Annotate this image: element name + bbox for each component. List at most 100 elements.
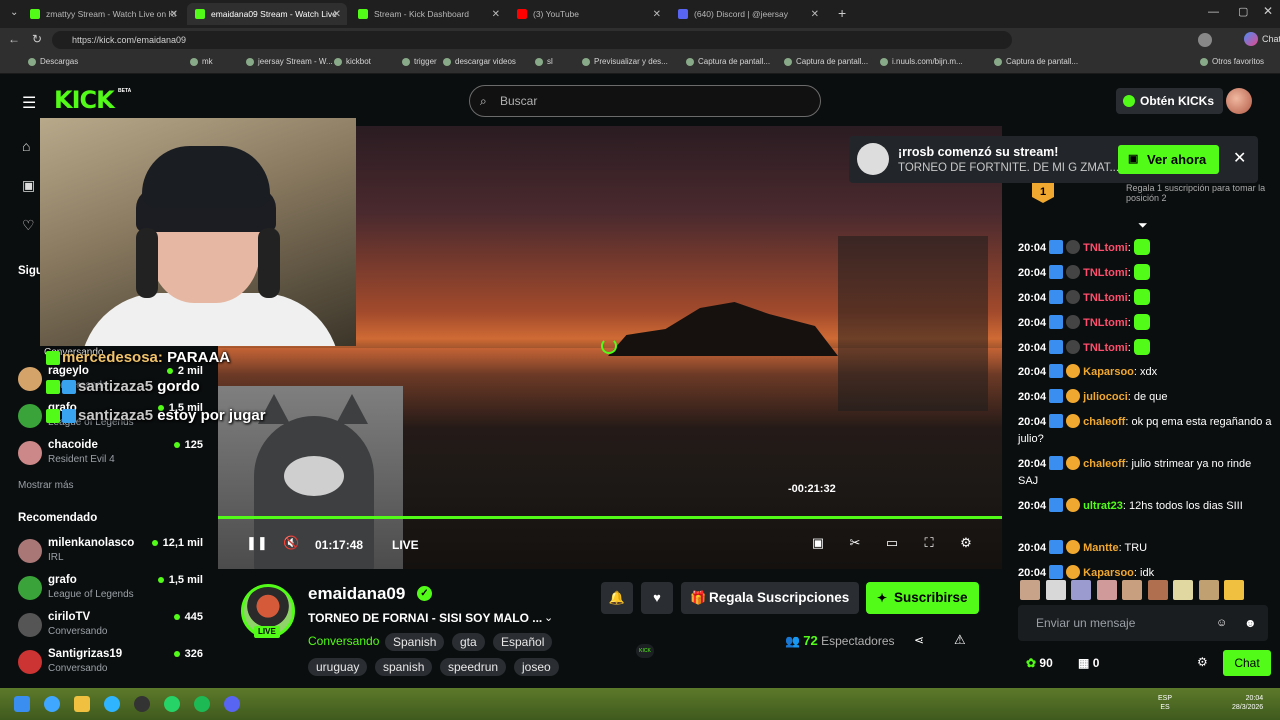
chat-username[interactable]: chaleoff bbox=[1083, 416, 1125, 428]
minimize-icon[interactable]: — bbox=[1208, 6, 1219, 18]
bookmark-item[interactable]: trigger bbox=[402, 57, 437, 66]
gift-subs-button[interactable]: 🎁 Regala Suscripciones bbox=[681, 582, 859, 614]
bookmark-item[interactable]: descargar videos bbox=[443, 57, 516, 66]
home-icon[interactable]: ⌂ bbox=[22, 138, 38, 154]
close-notification-icon[interactable]: ✕ bbox=[1233, 148, 1246, 168]
chat-message-input[interactable]: Enviar un mensaje bbox=[1018, 605, 1268, 641]
back-icon[interactable]: ← bbox=[8, 32, 20, 46]
url-field[interactable]: https://kick.com/emaidana09 bbox=[52, 31, 1012, 49]
whatsapp-icon[interactable] bbox=[164, 696, 180, 712]
chat-username[interactable]: Mantte bbox=[1083, 542, 1118, 554]
bookmark-item[interactable]: kickbot bbox=[334, 57, 371, 66]
share-icon[interactable]: ⋖ bbox=[914, 633, 924, 647]
fullscreen-icon[interactable]: ⛶ bbox=[922, 536, 936, 550]
chat-label[interactable]: Chat bbox=[1262, 34, 1280, 44]
stream-tag[interactable]: Español bbox=[493, 633, 553, 651]
bookmark-item[interactable]: Descargas bbox=[28, 57, 78, 66]
close-window-icon[interactable]: ✕ bbox=[1263, 4, 1273, 18]
report-icon[interactable]: ⚠ bbox=[954, 632, 966, 648]
chat-username[interactable]: Kaparsoo bbox=[1083, 366, 1134, 378]
reload-icon[interactable]: ↻ bbox=[32, 32, 42, 46]
following-icon[interactable]: ♡ bbox=[22, 217, 38, 233]
chat-message[interactable]: 20:04 TNLtomi: bbox=[1018, 264, 1273, 282]
discord-icon[interactable] bbox=[224, 696, 240, 712]
stream-tag[interactable]: Spanish bbox=[385, 633, 445, 651]
chat-message[interactable]: 20:04 chaleoff: ok pq ema esta regañando … bbox=[1018, 414, 1273, 448]
browser-tab[interactable]: zmattyy Stream - Watch Live on Ki ✕ bbox=[22, 3, 184, 25]
chat-username[interactable]: TNLtomi bbox=[1083, 267, 1128, 279]
tab-menu-icon[interactable]: ⌄ bbox=[10, 7, 18, 18]
get-kicks-button[interactable]: Obtén KICKs bbox=[1116, 88, 1224, 114]
stream-tag[interactable]: gta bbox=[452, 633, 485, 651]
subscribe-button[interactable]: ✦ Suscribirse bbox=[866, 582, 979, 614]
close-tab-icon[interactable]: ✕ bbox=[492, 9, 500, 20]
bookmark-item[interactable]: Captura de pantall... bbox=[994, 57, 1078, 66]
follow-heart-button[interactable]: ♥ bbox=[641, 582, 673, 614]
chat-username[interactable]: Kaparsoo bbox=[1083, 567, 1134, 579]
pip-icon[interactable]: ▣ bbox=[811, 536, 825, 550]
bookmark-item[interactable]: Otros favoritos bbox=[1200, 57, 1264, 66]
bookmark-item[interactable]: mk bbox=[190, 57, 213, 66]
chat-username[interactable]: chaleoff bbox=[1083, 458, 1125, 470]
quick-emote-icon[interactable] bbox=[1198, 580, 1219, 600]
explorer-icon[interactable] bbox=[74, 696, 90, 712]
chat-username[interactable]: ultrat23 bbox=[1083, 500, 1123, 512]
search-input[interactable]: Buscar bbox=[469, 85, 821, 117]
chat-username[interactable]: TNLtomi bbox=[1083, 242, 1128, 254]
new-tab-icon[interactable]: + bbox=[838, 5, 846, 21]
stream-tag[interactable]: joseo bbox=[514, 658, 559, 676]
edge-icon[interactable] bbox=[44, 696, 60, 712]
watch-now-button[interactable]: ▣ Ver ahora bbox=[1118, 145, 1219, 174]
spotify-icon[interactable] bbox=[194, 696, 210, 712]
show-more-link[interactable]: Mostrar más bbox=[18, 480, 74, 491]
obs-icon[interactable] bbox=[134, 696, 150, 712]
seek-bar[interactable] bbox=[218, 516, 1002, 519]
theater-mode-icon[interactable]: ▭ bbox=[885, 536, 899, 550]
chat-filter-icon[interactable]: ⏷ bbox=[1138, 218, 1148, 233]
settings-icon[interactable]: ⚙ bbox=[959, 536, 973, 550]
clock[interactable]: 20:04 28/3/2026 bbox=[1232, 694, 1263, 712]
sidebar-channel[interactable]: Santigrizas19 Conversando 326 bbox=[18, 648, 208, 678]
stream-tag[interactable]: spanish bbox=[375, 658, 433, 676]
chat-message[interactable]: 20:04 ultrat23: 12hs todos los dias SIII bbox=[1018, 498, 1273, 515]
chat-settings-icon[interactable]: ⚙ bbox=[1197, 655, 1208, 669]
browser-tab[interactable]: Stream - Kick Dashboard ✕ bbox=[350, 3, 506, 25]
bookmark-item[interactable]: Previsualizar y des... bbox=[582, 57, 668, 66]
send-chat-button[interactable]: Chat bbox=[1223, 650, 1271, 676]
bookmark-item[interactable]: i.nuuls.com/bijn.m... bbox=[880, 57, 963, 66]
points-counter[interactable]: ✿ 90 bbox=[1026, 656, 1053, 670]
gifts-counter[interactable]: ▦ 0 bbox=[1078, 656, 1099, 670]
quick-emote-icon[interactable] bbox=[1122, 580, 1142, 600]
hamburger-icon[interactable]: ☰ bbox=[22, 93, 36, 113]
browser-icon[interactable] bbox=[104, 696, 120, 712]
channel-name[interactable]: emaidana09 bbox=[308, 584, 405, 604]
quick-emote-icon[interactable] bbox=[1096, 580, 1117, 600]
bookmark-item[interactable]: sl bbox=[535, 57, 553, 66]
chat-message[interactable]: 20:04 TNLtomi: bbox=[1018, 289, 1273, 307]
chat-username[interactable]: TNLtomi bbox=[1083, 342, 1128, 354]
close-tab-icon[interactable]: ✕ bbox=[653, 9, 661, 20]
user-avatar[interactable] bbox=[1226, 88, 1252, 114]
chat-username[interactable]: TNLtomi bbox=[1083, 292, 1128, 304]
chat-message[interactable]: 20:04 juliococi: de que bbox=[1018, 389, 1273, 406]
pause-icon[interactable]: ❚❚ bbox=[246, 536, 268, 550]
quick-emote-icon[interactable] bbox=[1147, 580, 1168, 600]
chat-message[interactable]: 20:04 TNLtomi: bbox=[1018, 314, 1273, 332]
bookmark-item[interactable]: jeersay Stream - W... bbox=[246, 57, 333, 66]
quick-emote-icon[interactable] bbox=[1045, 580, 1066, 600]
chat-username[interactable]: juliococi bbox=[1083, 391, 1128, 403]
bookmark-item[interactable]: Captura de pantall... bbox=[686, 57, 770, 66]
chat-message[interactable]: 20:04 Kaparsoo: xdx bbox=[1018, 364, 1273, 381]
sidebar-channel[interactable]: chacoide Resident Evil 4 125 bbox=[18, 439, 208, 469]
browser-tab[interactable]: emaidana09 Stream - Watch Live ✕ bbox=[187, 3, 347, 25]
language-indicator[interactable]: ESP ES bbox=[1158, 694, 1172, 712]
maximize-icon[interactable]: ▢ bbox=[1238, 5, 1248, 18]
quick-emote-icon[interactable] bbox=[1224, 580, 1244, 600]
browser-tab[interactable]: (3) YouTube ✕ bbox=[509, 3, 667, 25]
emote-picker-icon[interactable]: ☺ bbox=[1216, 617, 1227, 629]
smiley-icon[interactable]: ☻ bbox=[1244, 616, 1257, 630]
close-tab-icon[interactable]: ✕ bbox=[170, 9, 178, 20]
quick-emote-icon[interactable] bbox=[1173, 580, 1193, 600]
quick-emote-icon[interactable] bbox=[1020, 580, 1040, 600]
stream-tag[interactable]: speedrun bbox=[440, 658, 507, 676]
